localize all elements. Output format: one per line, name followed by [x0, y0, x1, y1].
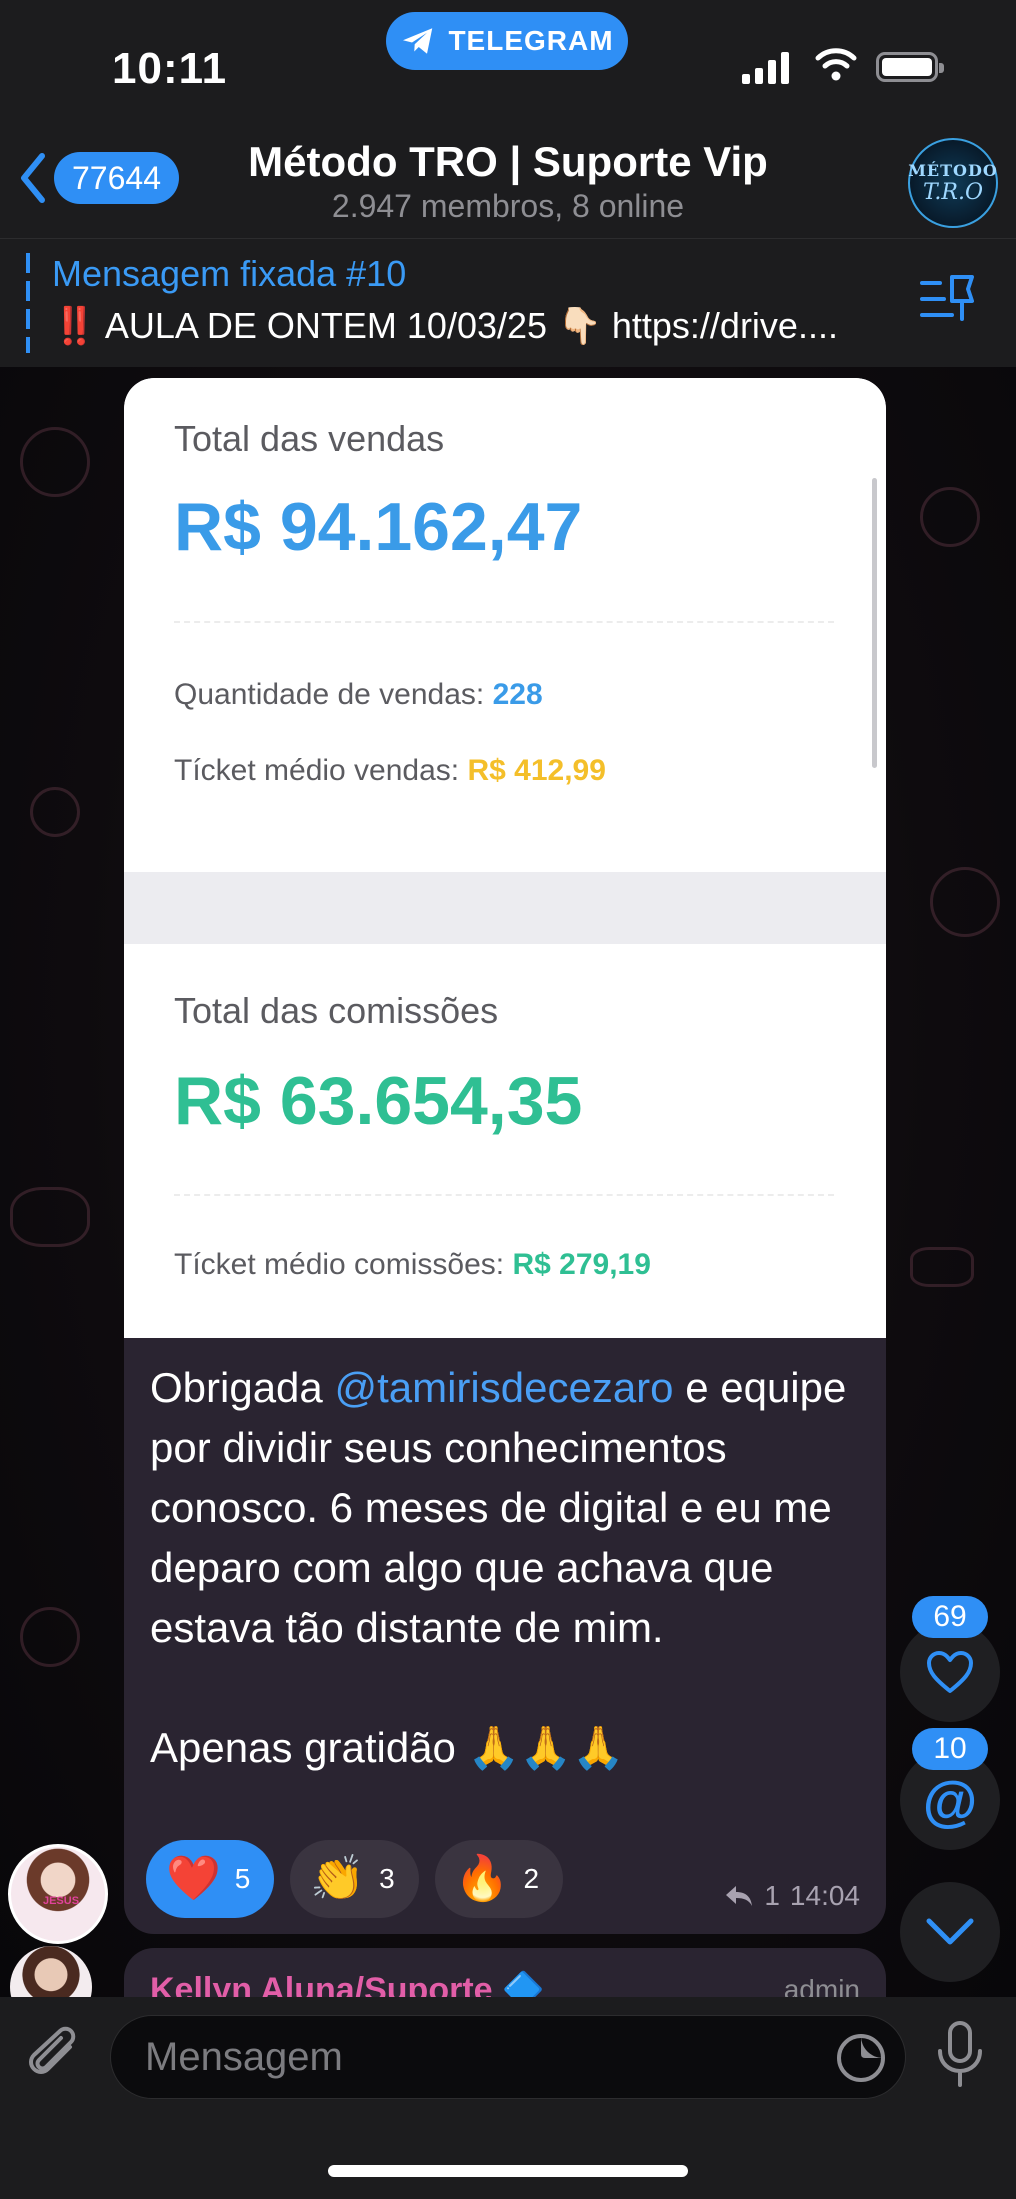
sticker-icon[interactable] — [835, 2032, 887, 2084]
heart-emoji-icon: ❤️ — [166, 1854, 221, 1903]
wallpaper-doodle — [930, 867, 1000, 937]
wallpaper-doodle — [20, 1607, 80, 1667]
status-bar: 10:11 TELEGRAM — [0, 0, 1016, 130]
chat-title[interactable]: Método TRO | Suporte Vip — [0, 138, 1016, 186]
sales-ticket: Tícket médio vendas: R$ 412,99 — [174, 754, 606, 788]
sender-avatar[interactable]: JESUS — [8, 1844, 108, 1944]
mentions-badge: 10 — [912, 1728, 988, 1770]
heart-outline-icon — [927, 1651, 973, 1693]
telegram-pill[interactable]: TELEGRAM — [386, 12, 628, 70]
pinned-text: ‼️ AULA DE ONTEM 10/03/25 👇🏻 https://dri… — [52, 305, 838, 346]
reaction-clap[interactable]: 👏 3 — [290, 1840, 419, 1918]
at-sign-icon: @ — [922, 1768, 978, 1832]
pinned-message-bar[interactable]: Mensagem fixada #10 ‼️ AULA DE ONTEM 10/… — [0, 238, 1016, 367]
sales-quantity: Quantidade de vendas: 228 — [174, 678, 543, 712]
image-scrollbar — [872, 478, 877, 768]
wifi-icon — [815, 48, 857, 81]
wallpaper-doodle — [30, 787, 80, 837]
message-time: 14:04 — [789, 1880, 860, 1911]
commission-title: Total das comissões — [174, 990, 499, 1031]
sales-total: R$ 94.162,47 — [174, 489, 583, 565]
divider — [174, 1194, 834, 1196]
commission-ticket: Tícket médio comissões: R$ 279,19 — [174, 1248, 651, 1282]
chevron-down-icon — [926, 1918, 974, 1945]
message-input[interactable] — [145, 2016, 805, 2098]
telegram-plane-icon — [403, 28, 433, 54]
message-image[interactable]: Total das vendas R$ 94.162,47 Quantidade… — [124, 378, 886, 1338]
commission-ticket-label: Tícket médio comissões: — [174, 1248, 505, 1281]
reply-count[interactable]: 1 — [764, 1880, 780, 1912]
commission-total: R$ 63.654,35 — [174, 1063, 583, 1139]
reaction-heart[interactable]: ❤️ 5 — [146, 1840, 275, 1918]
sales-title: Total das vendas — [174, 418, 445, 459]
wallpaper-doodle — [10, 1187, 90, 1247]
sender-avatar-tag: JESUS — [42, 1895, 80, 1907]
reaction-count: 2 — [523, 1863, 540, 1894]
wallpaper-doodle — [910, 1247, 974, 1287]
commission-card: Total das comissões R$ 63.654,35 Tícket … — [124, 944, 886, 1338]
reaction-count: 5 — [234, 1863, 251, 1894]
wallpaper-doodle — [20, 427, 90, 497]
battery-icon — [876, 52, 944, 82]
microphone-icon[interactable] — [934, 2019, 986, 2091]
home-indicator — [328, 2165, 688, 2177]
telegram-pill-label: TELEGRAM — [448, 25, 614, 56]
paperclip-icon[interactable] — [26, 2025, 86, 2089]
scroll-down-button[interactable] — [900, 1882, 1000, 1982]
reaction-fire[interactable]: 🔥 2 — [434, 1840, 564, 1918]
message-text: Obrigada @tamirisdecezaro e equipe por d… — [150, 1358, 870, 1778]
reaction-count: 3 — [379, 1863, 395, 1894]
commission-ticket-value: R$ 279,19 — [512, 1248, 651, 1281]
status-time: 10:11 — [112, 44, 228, 93]
sales-quantity-value: 228 — [492, 678, 543, 711]
message-text-before: Obrigada — [150, 1364, 335, 1411]
message-input-bar — [0, 1997, 1016, 2199]
group-avatar-line2: T.R.O — [922, 180, 984, 205]
reply-icon — [726, 1886, 753, 1906]
message-meta: 1 14:04 — [724, 1880, 860, 1912]
clap-emoji-icon: 👏 — [310, 1854, 366, 1903]
pinned-indicator — [26, 253, 30, 353]
reactions-row: ❤️ 5 👏 3 🔥 2 — [146, 1840, 564, 1918]
sales-ticket-label: Tícket médio vendas: — [174, 754, 460, 787]
pinned-list-icon[interactable] — [918, 269, 980, 331]
message-bubble[interactable]: Total das vendas R$ 94.162,47 Quantidade… — [124, 378, 886, 1934]
sales-card: Total das vendas R$ 94.162,47 Quantidade… — [124, 378, 886, 872]
sales-quantity-label: Quantidade de vendas: — [174, 678, 485, 711]
pinned-title: Mensagem fixada #10 — [52, 253, 407, 294]
message-input-container[interactable] — [110, 2015, 906, 2099]
chat-header: 77644 Método TRO | Suporte Vip 2.947 mem… — [0, 130, 1016, 238]
sales-ticket-value: R$ 412,99 — [467, 754, 606, 787]
fire-emoji-icon: 🔥 — [454, 1854, 510, 1903]
wallpaper-doodle — [920, 487, 980, 547]
group-avatar-line1: MÉTODO — [908, 161, 998, 180]
message-text-closing: Apenas gratidão 🙏🙏🙏 — [150, 1724, 625, 1771]
group-avatar[interactable]: MÉTODO T.R.O — [908, 138, 998, 228]
divider — [174, 621, 834, 623]
chat-subtitle: 2.947 membros, 8 online — [331, 188, 685, 224]
reactions-badge: 69 — [912, 1596, 988, 1638]
user-mention-link[interactable]: @tamirisdecezaro — [334, 1364, 673, 1411]
cellular-signal-icon — [742, 50, 789, 84]
